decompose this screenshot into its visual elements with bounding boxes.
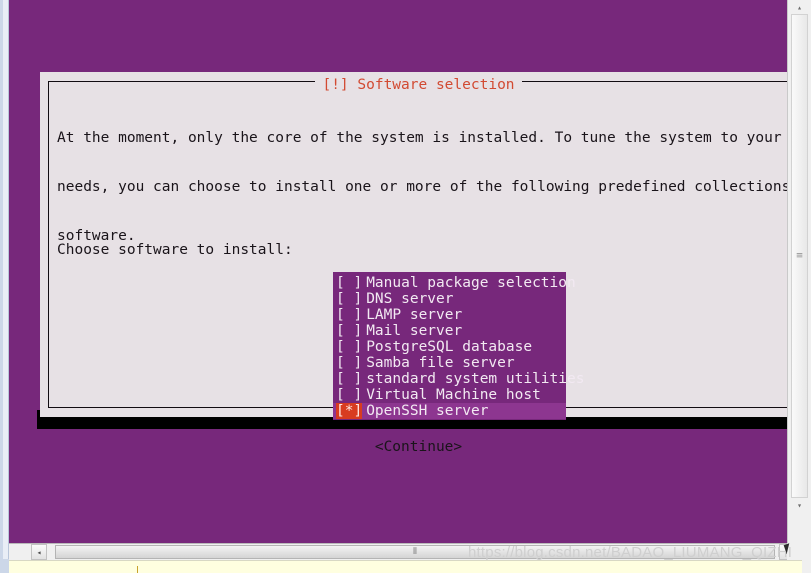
screenshot-root: [!] Software selection At the moment, on… xyxy=(0,0,811,573)
description-line-1: At the moment, only the core of the syst… xyxy=(57,130,782,147)
list-item[interactable]: [ ] LAMP server xyxy=(333,307,566,323)
text-caret xyxy=(137,566,138,573)
list-item[interactable]: [ ] Mail server xyxy=(333,323,566,339)
checkbox-unchecked-icon[interactable]: [ ] xyxy=(336,387,362,403)
dialog-actions: <Continue> xyxy=(40,436,787,455)
dialog-prompt: Choose software to install: xyxy=(57,242,293,258)
horizontal-scrollbar-thumb[interactable]: ⦀ xyxy=(55,545,775,559)
list-item-label: Manual package selection xyxy=(366,275,576,291)
list-item[interactable]: [ ] standard system utilities xyxy=(333,371,584,387)
viewer-left-rail-highlight xyxy=(3,0,8,559)
list-item-label: DNS server xyxy=(366,291,454,307)
software-selection-dialog: [!] Software selection At the moment, on… xyxy=(40,72,787,455)
list-item-label: Samba file server xyxy=(366,355,515,371)
scrollbar-grip-icon: ⦀ xyxy=(413,546,417,557)
list-item-label: standard system utilities xyxy=(366,371,585,387)
description-line-2: needs, you can choose to install one or … xyxy=(57,179,787,196)
viewer-bottom-left-corner xyxy=(0,559,9,573)
list-item-label: Mail server xyxy=(366,323,463,339)
list-item[interactable]: [ ] Manual package selection xyxy=(333,275,576,291)
scroll-up-arrow-icon[interactable]: ▴ xyxy=(791,0,808,15)
scroll-left-arrow-icon[interactable]: ◂ xyxy=(31,544,47,560)
software-selection-list[interactable]: [ ] Manual package selection [ ] DNS ser… xyxy=(333,272,584,420)
checkbox-checked-icon[interactable]: [*] xyxy=(336,403,363,420)
vertical-scrollbar-thumb[interactable]: ≡ xyxy=(791,14,808,498)
list-item-selected[interactable]: [*] OpenSSH server xyxy=(333,403,566,420)
list-item-label: Virtual Machine host xyxy=(366,387,541,403)
dialog-title-bar: [!] Software selection xyxy=(40,74,787,93)
checkbox-unchecked-icon[interactable]: [ ] xyxy=(336,355,362,371)
list-item-label: PostgreSQL database xyxy=(366,339,533,355)
horizontal-scrollbar[interactable]: ◂ ⦀ ▸ xyxy=(9,543,802,560)
viewer-bottom-strip xyxy=(9,560,802,573)
dialog-title: [!] Software selection xyxy=(315,77,522,93)
scrollbar-grip-icon: ≡ xyxy=(795,250,804,261)
checkbox-unchecked-icon[interactable]: [ ] xyxy=(336,323,362,339)
terminal-console: [!] Software selection At the moment, on… xyxy=(9,0,787,543)
list-item-label: OpenSSH server xyxy=(366,403,489,419)
list-item[interactable]: [ ] PostgreSQL database xyxy=(333,339,566,355)
checkbox-unchecked-icon[interactable]: [ ] xyxy=(336,371,362,387)
list-item[interactable]: [ ] DNS server xyxy=(333,291,566,307)
list-item[interactable]: [ ] Virtual Machine host xyxy=(333,387,566,403)
checkbox-unchecked-icon[interactable]: [ ] xyxy=(336,307,362,323)
list-item[interactable]: [ ] Samba file server xyxy=(333,355,566,371)
checkbox-unchecked-icon[interactable]: [ ] xyxy=(336,291,362,307)
viewer-left-rail xyxy=(0,0,9,559)
checkbox-unchecked-icon[interactable]: [ ] xyxy=(336,339,362,355)
scroll-down-arrow-icon[interactable]: ▾ xyxy=(791,498,808,513)
vertical-scrollbar[interactable]: ▴ ≡ ▾ xyxy=(787,0,811,543)
list-item-label: LAMP server xyxy=(366,307,463,323)
continue-button[interactable]: <Continue> xyxy=(375,439,462,455)
checkbox-unchecked-icon[interactable]: [ ] xyxy=(336,275,362,291)
